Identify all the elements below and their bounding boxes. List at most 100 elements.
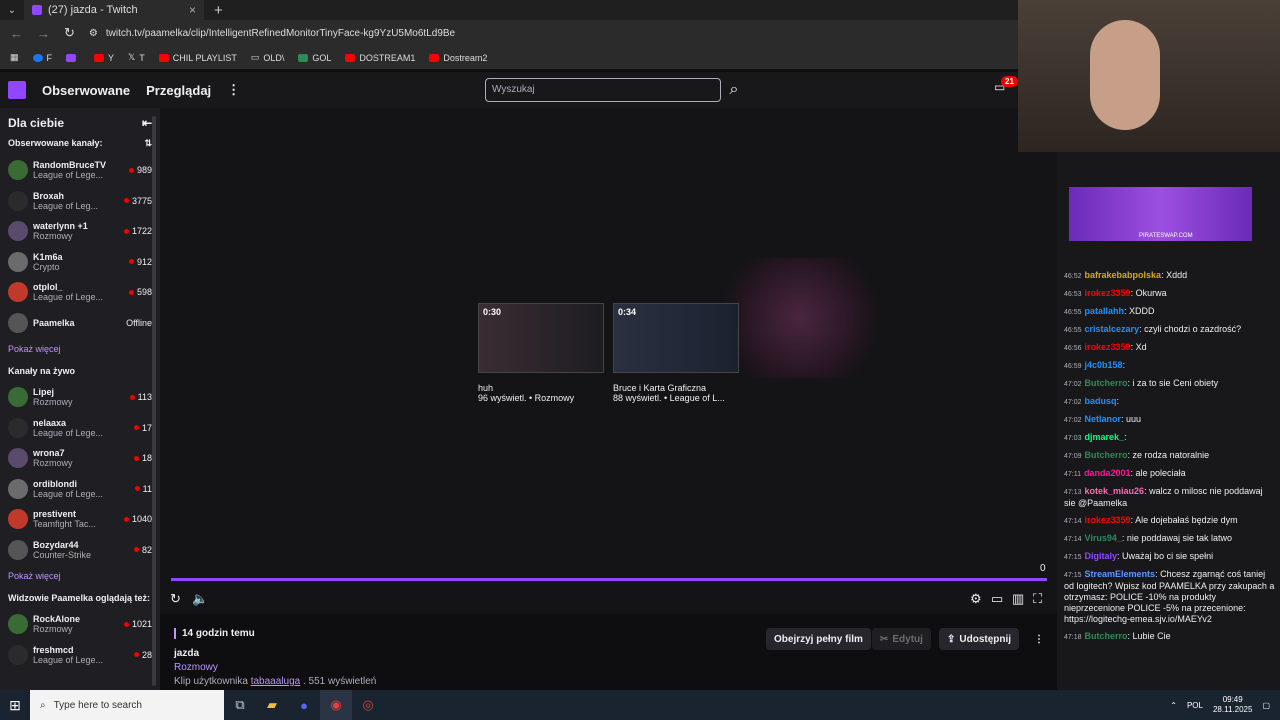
app-icon[interactable]: ◎ [352,690,384,720]
notifications-icon[interactable]: ▢ [1262,701,1270,710]
clip-tile[interactable]: 0:30 huh 96 wyświetl. • Rozmowy [478,303,604,403]
chat-text: : Ale dojebałaś będzie dym [1130,515,1238,525]
clip-title[interactable]: Bruce i Karta Graficzna [613,383,739,393]
clip-title[interactable]: huh [478,383,604,393]
sidebar-channel[interactable]: wrona7 Rozmowy 18 [0,443,160,474]
collapse-sidebar-icon[interactable]: ⇤ [142,116,152,130]
edit-button[interactable]: ✂ Edytuj [872,628,931,650]
search-input[interactable]: Wyszukaj [485,78,721,102]
chat-username[interactable]: patallahh [1085,306,1125,316]
forward-icon[interactable]: → [37,26,50,41]
sponsor-banner[interactable]: PIRATESWAP.COM [1069,187,1252,241]
sidebar-channel[interactable]: waterlynn +1 Rozmowy 1722 [0,216,160,247]
sidebar-channel[interactable]: otplol_ League of Lege... 598 [0,277,160,308]
sidebar: Dla ciebie ⇤ Obserwowane kanały: ⇅ Rando… [0,108,160,690]
sidebar-channel[interactable]: Paamelka Offline [0,308,160,339]
new-tab-icon[interactable]: + [214,2,223,19]
chat-username[interactable]: Butcherro [1085,631,1128,641]
volume-icon[interactable]: 🔈 [192,591,208,607]
bookmark-dostream1[interactable]: DOSTREAM1 [345,53,415,63]
chat-username[interactable]: badusq [1085,396,1117,406]
bookmark-twitch[interactable] [66,53,80,62]
chat-username[interactable]: irokez3359 [1085,288,1131,298]
bookmark-dostream2[interactable]: Dostream2 [429,53,487,63]
sidebar-channel[interactable]: nelaaxa League of Lege... 17 [0,413,160,444]
chat-username[interactable]: j4c0b158 [1085,360,1123,370]
tab-menu-icon[interactable]: ⌄ [0,5,24,16]
settings-icon[interactable]: ⚙ [970,591,982,607]
clip-author-link[interactable]: tabaaaluga [251,676,301,687]
bookmark-label: Dostream2 [443,52,488,63]
chat-username[interactable]: bafrakebabpolska [1085,270,1162,280]
watch-full-video-button[interactable]: Obejrzyj pełny film [766,628,871,650]
show-more-live[interactable]: Pokaż więcej [0,565,160,587]
clip-age: 14 godzin temu [174,628,255,639]
chat-username[interactable]: irokez3359 [1085,342,1131,352]
sidebar-channel[interactable]: K1m6a Crypto 912 [0,247,160,278]
channel-text: K1m6a Crypto [33,252,129,272]
address-bar[interactable]: ⚙ twitch.tv/paamelka/clip/IntelligentRef… [89,28,455,39]
taskbar-search[interactable]: ⌕ Type here to search [30,690,224,720]
video-player[interactable]: 0:30 huh 96 wyświetl. • Rozmowy 0:34 Bru… [160,108,1057,614]
apps-icon[interactable]: ▦ [10,52,19,63]
theatre-mode-icon[interactable]: ▭ [991,591,1003,607]
chat-username[interactable]: kotek_miau26 [1085,486,1145,496]
bookmark-y[interactable]: Y [94,53,114,63]
sidebar-channel[interactable]: Broxah League of Leg... 3775 [0,186,160,217]
chat-username[interactable]: Butcherro [1085,450,1128,460]
sidebar-channel[interactable]: RandomBruceTV League of Lege... 989 [0,155,160,186]
chat-username[interactable]: danda2001 [1084,468,1131,478]
chat-username[interactable]: djmarek_ [1085,432,1125,442]
site-info-icon[interactable]: ⚙ [89,28,98,39]
channel-text: waterlynn +1 Rozmowy [33,221,124,241]
progress-bar[interactable] [171,578,1047,581]
file-explorer-icon[interactable]: ▰ [256,690,288,720]
sidebar-channel[interactable]: RockAlone Rozmowy 1021 [0,609,160,640]
sidebar-scrollbar[interactable] [152,116,156,686]
sidebar-channel[interactable]: ordiblondi League of Lege... 11 [0,474,160,505]
keyboard-language[interactable]: POL [1187,701,1203,710]
bookmark-old[interactable]: ▭ OLD\ [251,52,285,63]
sidebar-toggle-icon[interactable]: ▥ [1012,591,1024,607]
clip-tile[interactable]: 0:34 Bruce i Karta Graficzna 88 wyświetl… [613,303,739,403]
task-view-icon[interactable]: ⧉ [224,690,256,720]
sidebar-channel[interactable]: Bozydar44 Counter-Strike 82 [0,535,160,566]
fullscreen-icon[interactable]: ⛶ [1033,591,1042,607]
channel-text: otplol_ League of Lege... [33,282,129,302]
browser-tab[interactable]: (27) jazda - Twitch × [24,0,204,20]
chat-username[interactable]: Butcherro [1085,378,1128,388]
bookmark-gol[interactable]: GOL [298,53,331,63]
close-tab-icon[interactable]: × [189,3,196,17]
sidebar-channel[interactable]: freshmcd League of Lege... 28 [0,640,160,671]
back-icon[interactable]: ← [10,26,23,41]
nav-following[interactable]: Obserwowane [42,83,130,98]
sidebar-channel[interactable]: Lipej Rozmowy 113 [0,382,160,413]
search-button[interactable]: ⌕ [722,78,746,102]
clip-thumbnail: 0:30 [478,303,604,373]
sidebar-channel[interactable]: prestivent Teamfight Tac... 1040 [0,504,160,535]
more-options-icon[interactable]: ⋮ [1026,628,1052,650]
chat-username[interactable]: StreamElements [1085,569,1156,579]
chrome-icon[interactable]: ◉ [320,690,352,720]
chat-username[interactable]: Digitaly [1085,551,1118,561]
discord-icon[interactable]: ● [288,690,320,720]
clip-category[interactable]: Rozmowy [174,662,218,673]
share-button[interactable]: ⇪ Udostępnij [939,628,1020,650]
chat-username[interactable]: Netlanor [1085,414,1122,424]
twitch-logo-icon[interactable] [8,81,26,99]
bookmark-chil-playlist[interactable]: CHIL PLAYLIST [158,53,237,63]
bookmark-t[interactable]: 𝕏T [128,52,145,63]
reload-icon[interactable]: ↻ [64,25,75,41]
chat-username[interactable]: cristalcezary [1085,324,1140,334]
windows-start-icon[interactable]: ⊞ [0,697,30,714]
bookmark-f[interactable]: F [32,53,52,63]
chat-username[interactable]: Virus94_ [1085,533,1122,543]
show-more-followed[interactable]: Pokaż więcej [0,338,160,360]
nav-browse[interactable]: Przeglądaj [146,83,211,98]
more-menu-icon[interactable]: ⋮ [227,82,240,98]
sort-icon[interactable]: ⇅ [144,138,152,149]
clock[interactable]: 09:49 28.11.2025 [1213,695,1252,715]
tray-chevron-icon[interactable]: ⌃ [1170,701,1177,710]
replay-icon[interactable]: ↻ [170,591,181,607]
chat-username[interactable]: irokez3359 [1085,515,1131,525]
